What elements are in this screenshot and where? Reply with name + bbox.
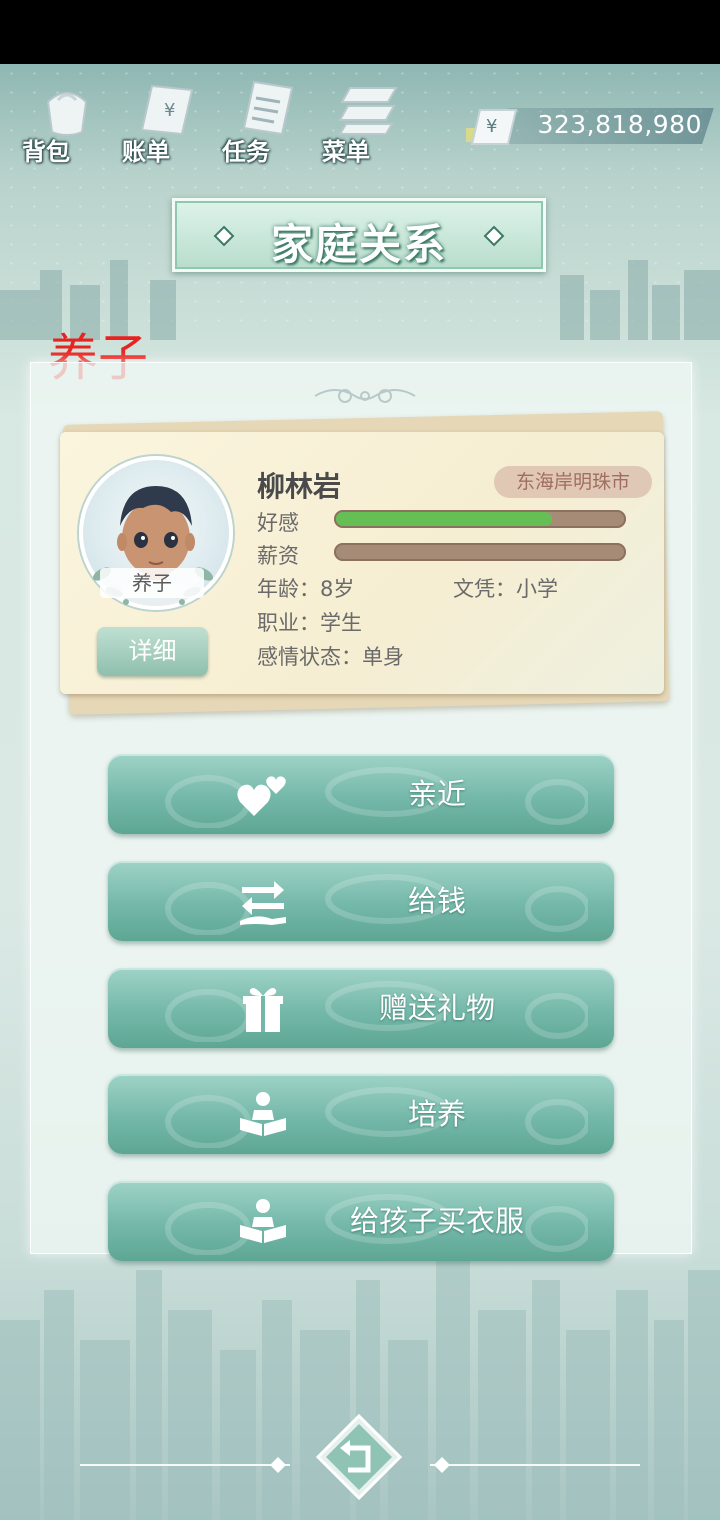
action-label: 给孩子买衣服	[349, 1204, 524, 1238]
scroll-ornament-icon	[314, 389, 416, 403]
action-give-money-button[interactable]: 给钱	[108, 861, 614, 941]
avatar-relation-tag: 养子	[100, 568, 204, 598]
toolbar-bag-button[interactable]: 背包	[22, 72, 112, 166]
toolbar-task-button[interactable]: 任务	[222, 72, 312, 166]
relationship-status-text: 感情状态：单身	[257, 645, 404, 669]
salary-bar	[334, 543, 626, 561]
action-nurture-button[interactable]: 培养	[108, 1074, 614, 1154]
salary-label: 薪资	[257, 544, 299, 568]
favor-bar	[334, 510, 626, 528]
education-text: 文凭：小学	[453, 577, 558, 601]
age-text: 年龄：8岁	[257, 577, 355, 601]
action-send-gift-button[interactable]: 赠送礼物	[108, 968, 614, 1048]
money-value: 323,818,980	[537, 110, 702, 139]
bill-icon: ¥	[140, 84, 194, 136]
detail-button[interactable]: 详细	[97, 627, 208, 676]
location-badge: 东海岸明珠市	[494, 466, 652, 498]
favor-label: 好感	[257, 511, 299, 535]
action-get-close-button[interactable]: 亲近	[108, 754, 614, 834]
action-buy-clothes-button[interactable]: 给孩子买衣服	[108, 1181, 614, 1261]
action-label: 赠送礼物	[378, 991, 495, 1025]
money-display: ¥ 323,818,980	[462, 104, 714, 148]
toolbar-bill-button[interactable]: ¥ 账单	[122, 72, 212, 166]
bag-icon	[46, 92, 88, 136]
action-label: 培养	[407, 1097, 466, 1131]
status-bar	[0, 0, 720, 64]
character-name: 柳林岩	[257, 470, 342, 503]
favor-bar-fill	[336, 512, 552, 526]
svg-text:¥: ¥	[164, 100, 175, 121]
back-button[interactable]	[316, 1414, 402, 1500]
job-text: 职业：学生	[257, 611, 362, 635]
action-label: 亲近	[407, 777, 466, 811]
yen-note-icon: ¥	[466, 109, 518, 145]
title-banner: 家庭关系	[172, 198, 546, 272]
toolbar-label: 账单	[122, 138, 170, 166]
diamond-icon	[483, 225, 505, 247]
toolbar-menu-button[interactable]: 菜单	[322, 72, 412, 166]
menu-icon	[338, 87, 398, 135]
toolbar-label: 背包	[22, 138, 70, 166]
toolbar-label: 菜单	[322, 138, 370, 166]
action-label: 给钱	[407, 884, 466, 918]
toolbar-label: 任务	[222, 138, 270, 166]
task-icon	[242, 80, 294, 136]
currency-symbol: ¥	[486, 116, 497, 137]
